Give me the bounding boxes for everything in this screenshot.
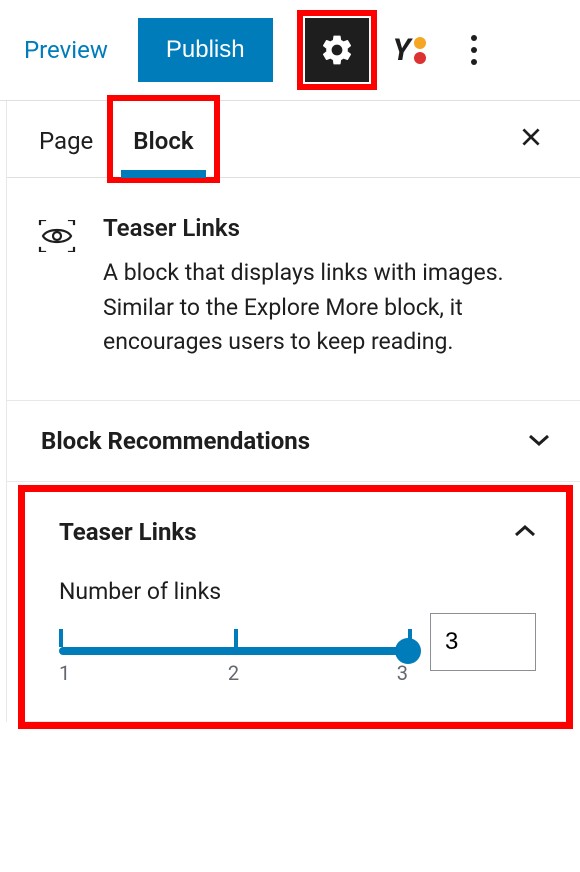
tab-page[interactable]: Page [19,101,113,177]
slider-mid-label: 2 [228,661,239,685]
yoast-button[interactable]: Y [393,33,426,68]
panel-teaser-links: Teaser Links Number of links 1 2 [25,492,566,722]
settings-sidebar: Page Block Teaser Links A block that dis… [6,101,580,722]
number-of-links-control: 1 2 3 [59,613,536,685]
block-description: A block that displays links with images.… [103,256,548,360]
panel-title: Teaser Links [59,518,197,546]
preview-link[interactable]: Preview [24,36,108,64]
number-of-links-slider[interactable]: 1 2 3 [59,631,408,685]
panel-title: Block Recommendations [41,427,310,455]
panel-teaser-links-body: Number of links 1 2 3 [25,572,566,721]
more-menu-button[interactable] [454,35,494,65]
slider-max-label: 3 [397,661,408,685]
kebab-icon [471,35,477,41]
eye-icon [37,220,77,252]
chevron-up-icon [514,519,536,544]
close-icon [518,124,544,150]
gear-icon [319,32,355,68]
panel-teaser-links-toggle[interactable]: Teaser Links [25,492,566,572]
publish-button[interactable]: Publish [138,18,273,82]
yoast-icon: Y [393,33,411,68]
block-title: Teaser Links [103,214,548,242]
yoast-status-dots [414,37,426,64]
number-of-links-input[interactable] [430,613,536,671]
settings-button[interactable] [305,18,369,82]
chevron-down-icon [528,428,550,453]
panel-block-recommendations: Block Recommendations [7,401,580,482]
block-info: Teaser Links A block that displays links… [7,178,580,401]
teaser-links-block-icon [35,214,79,258]
number-of-links-label: Number of links [59,578,536,605]
slider-thumb[interactable] [395,638,421,664]
sidebar-tabs: Page Block [7,101,580,178]
panel-block-recommendations-toggle[interactable]: Block Recommendations [7,401,580,481]
tab-block[interactable]: Block [113,101,213,177]
slider-min-label: 1 [59,661,70,685]
editor-topbar: Preview Publish Y [0,0,580,101]
close-sidebar-button[interactable] [510,112,552,166]
